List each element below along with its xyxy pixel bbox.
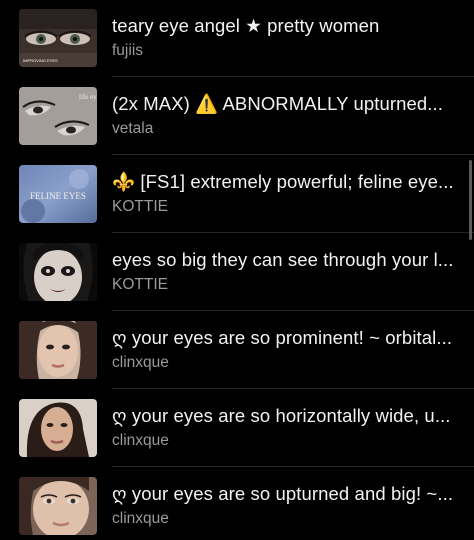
divider bbox=[112, 76, 474, 77]
item-author: clinxque bbox=[112, 432, 169, 449]
item-title: ღ your eyes are so prominent! ~ orbital.… bbox=[112, 327, 453, 348]
item-author: clinxque bbox=[112, 510, 169, 527]
thumb-caption: life ey bbox=[79, 93, 97, 101]
item-author: clinxque bbox=[112, 354, 169, 371]
item-title: ⚜️ [FS1] extremely powerful; feline eye.… bbox=[112, 171, 454, 192]
scrollbar[interactable] bbox=[469, 160, 472, 240]
dark-makeup-face-thumbnail bbox=[19, 243, 97, 301]
list-item[interactable]: eyes so big they can see through your l.… bbox=[0, 234, 474, 312]
divider bbox=[112, 154, 474, 155]
woman-face-thumbnail bbox=[19, 321, 97, 379]
woman-closeup-thumbnail bbox=[19, 477, 97, 535]
item-title: ღ your eyes are so upturned and big! ~..… bbox=[112, 483, 454, 504]
item-title: teary eye angel ★ pretty women bbox=[112, 15, 380, 36]
divider bbox=[112, 388, 474, 389]
divider bbox=[112, 466, 474, 467]
item-author: vetala bbox=[112, 120, 154, 137]
list-item[interactable]: ღ your eyes are so horizontally wide, u.… bbox=[0, 390, 474, 468]
item-title: ღ your eyes are so horizontally wide, u.… bbox=[112, 405, 451, 426]
list-item[interactable]: IMPROVING EYES teary eye angel ★ pretty … bbox=[0, 0, 474, 78]
item-author: KOTTIE bbox=[112, 198, 168, 215]
list-item[interactable]: ღ your eyes are so prominent! ~ orbital.… bbox=[0, 312, 474, 390]
item-author: KOTTIE bbox=[112, 276, 168, 293]
divider bbox=[112, 310, 474, 311]
item-title: (2x MAX) ⚠️ ABNORMALLY upturned... bbox=[112, 93, 444, 114]
feline-eyes-thumbnail: FELINE EYES bbox=[19, 165, 97, 223]
thumb-caption: IMPROVING EYES bbox=[23, 58, 58, 63]
item-title: eyes so big they can see through your l.… bbox=[112, 249, 454, 270]
list-item[interactable]: life ey (2x MAX) ⚠️ ABNORMALLY upturned.… bbox=[0, 78, 474, 156]
woman-portrait-thumbnail bbox=[19, 399, 97, 457]
list-item[interactable]: FELINE EYES ⚜️ [FS1] extremely powerful;… bbox=[0, 156, 474, 234]
eyes-closeup-thumbnail: IMPROVING EYES bbox=[19, 9, 97, 67]
divider bbox=[112, 232, 474, 233]
thumb-caption: FELINE EYES bbox=[30, 191, 86, 201]
list-item[interactable]: ღ your eyes are so upturned and big! ~..… bbox=[0, 468, 474, 540]
upturned-eyes-thumbnail: life ey bbox=[19, 87, 97, 145]
subliminal-list: IMPROVING EYES teary eye angel ★ pretty … bbox=[0, 0, 474, 540]
item-author: fujiis bbox=[112, 42, 144, 59]
